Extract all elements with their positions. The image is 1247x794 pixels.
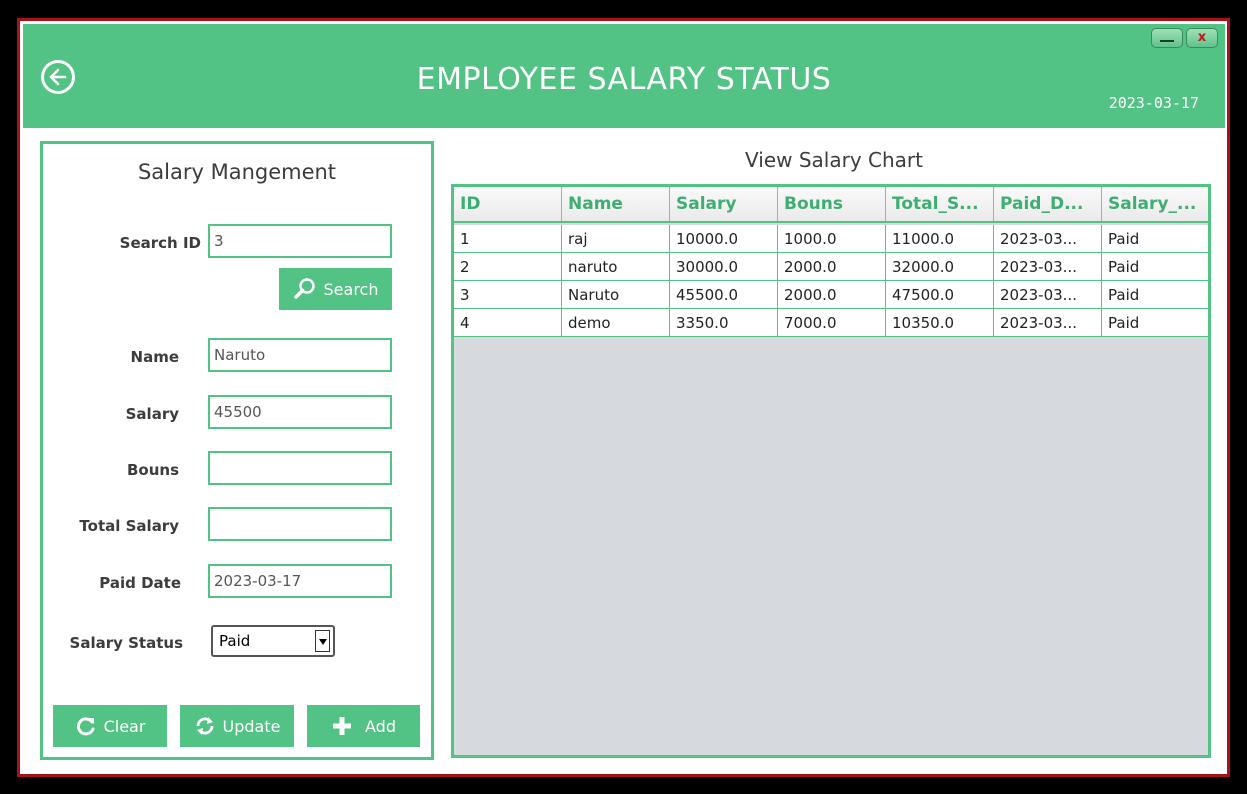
window-frame: EMPLOYEE SALARY STATUS 2023-03-17 x Sala…: [17, 18, 1230, 777]
close-button[interactable]: x: [1186, 28, 1218, 48]
cell-total-salary: 32000.0: [886, 253, 994, 280]
table-row[interactable]: 1 raj 10000.0 1000.0 11000.0 2023-03... …: [454, 225, 1208, 253]
column-header-salary[interactable]: Salary: [670, 187, 778, 221]
dropdown-button[interactable]: [315, 630, 330, 652]
cell-id: 4: [454, 309, 562, 336]
table-row[interactable]: 3 Naruto 45500.0 2000.0 47500.0 2023-03.…: [454, 281, 1208, 309]
cell-bonus: 2000.0: [778, 253, 886, 280]
sync-icon: [196, 717, 213, 735]
paid-date-label: Paid Date: [99, 574, 181, 592]
salary-label: Salary: [125, 405, 179, 423]
cell-name: naruto: [562, 253, 670, 280]
cell-total-salary: 47500.0: [886, 281, 994, 308]
cell-bonus: 2000.0: [778, 281, 886, 308]
table-title: View Salary Chart: [745, 148, 923, 172]
panel-title: Salary Mangement: [137, 160, 337, 184]
cell-salary-status: Paid: [1108, 230, 1140, 248]
salary-status-label: Salary Status: [69, 634, 183, 652]
search-id-label: Search ID: [119, 234, 201, 252]
column-header-name[interactable]: Name: [562, 187, 670, 221]
close-icon: x: [1197, 30, 1207, 45]
column-header-bonus[interactable]: Bouns: [778, 187, 886, 221]
bonus-label: Bouns: [126, 461, 179, 479]
minimize-icon: [1160, 40, 1174, 42]
cell-bonus: 7000.0: [778, 309, 886, 336]
column-header-total-salary[interactable]: Total_S...: [886, 187, 994, 221]
cell-id: 3: [454, 281, 562, 308]
cell-salary: 30000.0: [670, 253, 778, 280]
table-body: 1 raj 10000.0 1000.0 11000.0 2023-03... …: [454, 225, 1208, 337]
cell-salary-status: Paid: [1108, 314, 1140, 332]
cell-salary: 3350.0: [670, 309, 778, 336]
cell-salary-status: Paid: [1108, 258, 1140, 276]
table-row[interactable]: 2 naruto 30000.0 2000.0 32000.0 2023-03.…: [454, 253, 1208, 281]
name-label: Name: [130, 348, 179, 366]
table-header: ID Name Salary Bouns Total_S... Paid_D..…: [454, 187, 1208, 223]
cell-name: raj: [562, 225, 670, 252]
search-icon: [293, 278, 315, 299]
update-button[interactable]: Update: [180, 705, 294, 747]
add-button-label: Add: [365, 716, 396, 736]
total-salary-label: Total Salary: [79, 517, 179, 535]
table-row[interactable]: 4 demo 3350.0 7000.0 10350.0 2023-03... …: [454, 309, 1208, 337]
clear-button[interactable]: Clear: [53, 705, 167, 747]
cell-total-salary: 11000.0: [886, 225, 994, 252]
update-button-label: Update: [222, 716, 281, 736]
cell-id: 2: [454, 253, 562, 280]
cell-paid-date: 2023-03...: [994, 281, 1102, 308]
column-header-salary-status[interactable]: Salary_...: [1102, 187, 1208, 221]
minimize-button[interactable]: [1151, 28, 1183, 48]
search-button[interactable]: Search: [279, 268, 392, 310]
column-header-id[interactable]: ID: [454, 187, 562, 221]
add-button[interactable]: Add: [307, 705, 420, 747]
search-button-label: Search: [323, 279, 379, 299]
clear-button-label: Clear: [103, 716, 146, 736]
cell-bonus: 1000.0: [778, 225, 886, 252]
search-id-input[interactable]: 3: [208, 224, 392, 258]
cell-name: demo: [562, 309, 670, 336]
paid-date-field[interactable]: 2023-03-17: [208, 564, 392, 598]
total-salary-field[interactable]: [208, 507, 392, 541]
cell-paid-date: 2023-03...: [994, 225, 1102, 252]
name-field[interactable]: Naruto: [208, 338, 392, 372]
refresh-icon: [76, 717, 95, 736]
bonus-field[interactable]: [208, 451, 392, 485]
salary-status-value: Paid: [219, 632, 251, 650]
salary-management-panel: Salary Mangement Search ID 3 Search Name…: [40, 141, 434, 760]
cell-salary: 45500.0: [670, 281, 778, 308]
salary-field[interactable]: 45500: [208, 395, 392, 429]
current-date: 2023-03-17: [1108, 94, 1199, 112]
plus-icon: [333, 717, 351, 735]
salary-table: ID Name Salary Bouns Total_S... Paid_D..…: [451, 184, 1211, 758]
salary-status-select[interactable]: Paid: [211, 625, 335, 657]
chevron-down-icon: [319, 639, 327, 645]
cell-total-salary: 10350.0: [886, 309, 994, 336]
app-window: EMPLOYEE SALARY STATUS 2023-03-17 x Sala…: [23, 24, 1225, 772]
cell-paid-date: 2023-03...: [994, 309, 1102, 336]
header-bar: EMPLOYEE SALARY STATUS 2023-03-17 x: [23, 24, 1225, 128]
cell-salary: 10000.0: [670, 225, 778, 252]
cell-name: Naruto: [562, 281, 670, 308]
column-header-paid-date[interactable]: Paid_D...: [994, 187, 1102, 221]
cell-salary-status: Paid: [1108, 286, 1140, 304]
page-title: EMPLOYEE SALARY STATUS: [416, 62, 832, 97]
cell-id: 1: [454, 225, 562, 252]
cell-paid-date: 2023-03...: [994, 253, 1102, 280]
